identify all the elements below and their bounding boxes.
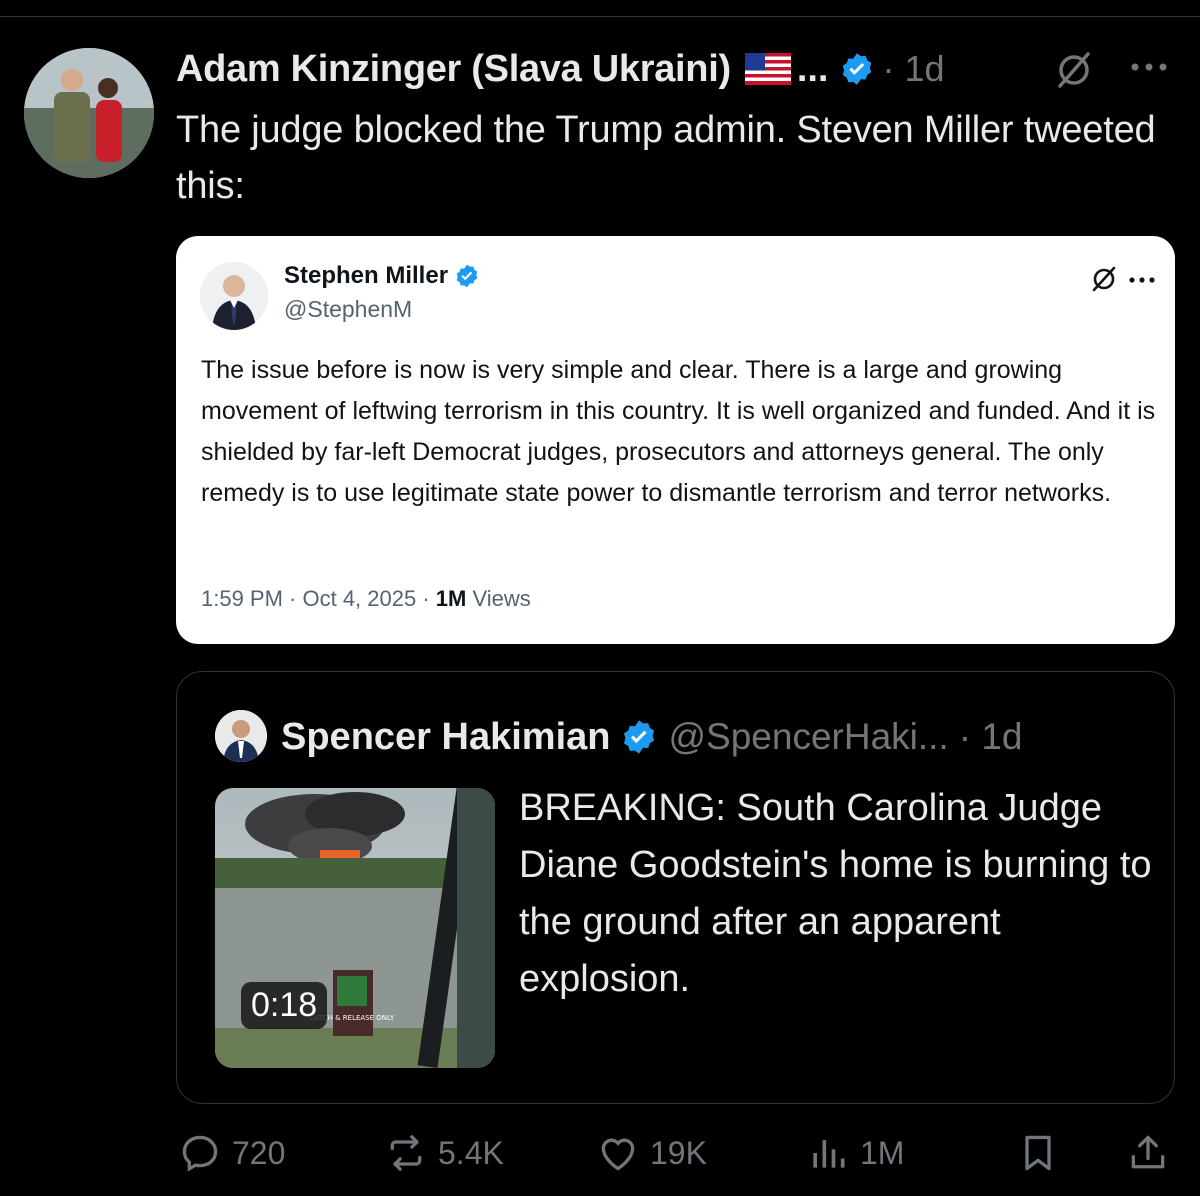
embedded-text: The issue before is now is very simple a…	[201, 356, 1156, 507]
embedded-meta: 1:59 PM · Oct 4, 2025 · 1M Views	[201, 586, 531, 612]
quoted-post[interactable]: Spencer Hakimian @SpencerHaki... · 1d CA…	[176, 671, 1175, 1104]
verified-badge-icon	[624, 720, 655, 754]
embedded-tweet-image[interactable]: Stephen Miller @StephenM The issue befor…	[176, 236, 1175, 644]
post-time[interactable]: · 1d	[883, 48, 945, 90]
embedded-avatar	[200, 262, 268, 330]
embedded-views-count: 1M	[435, 586, 467, 611]
embedded-name: Stephen Miller	[284, 262, 449, 289]
video-thumbnail[interactable]: CATCH & RELEASE ONLY 0:18	[215, 788, 495, 1068]
action-bar: 720 5.4K 19K 1M	[0, 1128, 1200, 1178]
verified-badge-icon	[842, 53, 871, 85]
quoted-time: · 1d	[958, 716, 1023, 757]
embedded-handle: @StephenM	[284, 296, 413, 322]
bookmark-button[interactable]	[1016, 1128, 1060, 1178]
post-header: Adam Kinzinger (Slava Ukraini) ... · 1d	[176, 44, 945, 94]
like-icon	[601, 1138, 635, 1171]
quoted-handle: @SpencerHaki...	[668, 716, 949, 757]
bookmark-icon	[1025, 1135, 1051, 1171]
repost-icon	[390, 1135, 422, 1171]
grok-icon	[1092, 266, 1116, 292]
views-button[interactable]: 1M	[806, 1128, 904, 1178]
repost-count: 5.4K	[438, 1134, 504, 1171]
name-truncation: ...	[796, 47, 829, 90]
quoted-header: Spencer Hakimian @SpencerHaki... · 1d	[281, 712, 1022, 762]
reply-count: 720	[232, 1134, 286, 1171]
share-icon	[1131, 1135, 1165, 1169]
verified-badge-icon	[456, 264, 478, 288]
us-flag-icon	[744, 53, 791, 85]
views-icon	[813, 1140, 845, 1168]
post-text: The judge blocked the Trump admin. Steve…	[176, 109, 1156, 207]
like-button[interactable]: 19K	[596, 1128, 707, 1178]
author-avatar[interactable]	[24, 48, 154, 178]
repost-button[interactable]: 5.4K	[384, 1128, 504, 1178]
author-name[interactable]: Adam Kinzinger (Slava Ukraini)	[176, 48, 731, 91]
views-count: 1M	[860, 1134, 905, 1171]
grok-icon[interactable]	[1052, 48, 1096, 92]
embedded-author: Stephen Miller	[284, 262, 480, 290]
like-count: 19K	[650, 1134, 707, 1171]
share-button[interactable]	[1126, 1128, 1170, 1178]
more-icon[interactable]	[1128, 60, 1170, 74]
reply-icon	[182, 1135, 218, 1172]
quoted-text: BREAKING: South Carolina Judge Diane Goo…	[519, 787, 1152, 1000]
top-divider	[0, 16, 1200, 17]
quoted-name: Spencer Hakimian	[281, 715, 611, 758]
embedded-meta-time: 1:59 PM · Oct 4, 2025 ·	[201, 586, 436, 611]
embedded-views-label: Views	[466, 586, 531, 611]
reply-button[interactable]: 720	[178, 1128, 285, 1178]
video-duration: 0:18	[241, 982, 328, 1029]
more-icon	[1129, 277, 1155, 283]
quoted-avatar	[215, 710, 267, 762]
